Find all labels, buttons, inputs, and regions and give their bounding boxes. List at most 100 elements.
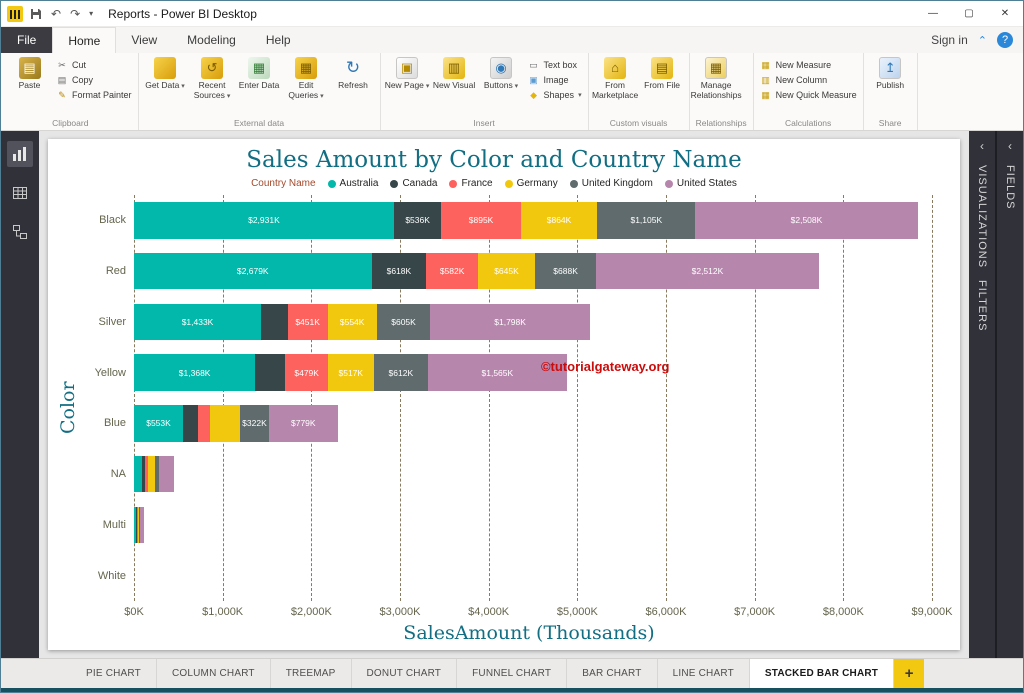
bar-segment[interactable]: $2,512K [596, 253, 819, 290]
enter-data-button[interactable]: ▦Enter Data [236, 55, 283, 93]
new-visual-button[interactable]: ▥New Visual [431, 55, 478, 93]
bar-segment[interactable]: $605K [377, 304, 431, 341]
bar-segment[interactable]: $451K [288, 304, 328, 341]
bar-row-blue: $553K $322K$779K [134, 398, 932, 449]
legend-item-germany[interactable]: Germany [505, 178, 558, 189]
sheet-tab-pie-chart[interactable]: PIE CHART [71, 659, 157, 688]
bar-segment[interactable]: $554K [328, 304, 377, 341]
expand-panel-chevron-icon[interactable]: ‹ [1008, 139, 1012, 153]
bar-segment[interactable]: $1,368K [134, 354, 255, 391]
quick-access-dropdown-icon[interactable]: ▾ [87, 9, 95, 18]
file-menu[interactable]: File [1, 27, 52, 53]
menu-tab-modeling[interactable]: Modeling [172, 27, 251, 53]
legend-item-canada[interactable]: Canada [390, 178, 437, 189]
bar-segment[interactable] [255, 354, 285, 391]
data-view-icon[interactable] [7, 180, 33, 206]
undo-icon[interactable]: ↶ [49, 7, 63, 21]
get-data-icon [154, 57, 176, 79]
image-button[interactable]: ▣Image [528, 74, 582, 86]
model-view-icon[interactable] [7, 219, 33, 245]
sheet-tab-column-chart[interactable]: COLUMN CHART [157, 659, 271, 688]
recent-sources-button[interactable]: ↺Recent Sources ▾ [189, 55, 236, 103]
sheet-tab-treemap[interactable]: TREEMAP [271, 659, 352, 688]
format-painter-button[interactable]: ✎Format Painter [56, 89, 132, 101]
from-file-button[interactable]: ▤From File [639, 55, 686, 93]
bar-segment[interactable]: $1,798K [430, 304, 589, 341]
bar-segment[interactable]: $322K [240, 405, 269, 442]
edit-queries-button[interactable]: ▦Edit Queries ▾ [283, 55, 330, 103]
bar-segment[interactable]: $517K [328, 354, 374, 391]
expand-panel-chevron-icon[interactable]: ‹ [980, 139, 984, 153]
bar-segment[interactable]: $2,508K [695, 202, 917, 239]
maximize-button[interactable]: ▢ [951, 1, 987, 26]
legend-item-france[interactable]: France [449, 178, 492, 189]
text-box-button[interactable]: ▭Text box [528, 59, 582, 71]
stacked-bar-chart-visual[interactable]: Sales Amount by Color and Country Name C… [48, 139, 960, 650]
menu-tab-help[interactable]: Help [251, 27, 306, 53]
sheet-tab-bar-chart[interactable]: BAR CHART [567, 659, 657, 688]
legend-bullet-icon [449, 180, 457, 188]
menu-tab-home[interactable]: Home [52, 27, 116, 53]
bar-segment[interactable]: $479K [285, 354, 327, 391]
bar-segment[interactable]: $2,931K [134, 202, 394, 239]
report-view-icon[interactable] [7, 141, 33, 167]
sheet-tab-line-chart[interactable]: LINE CHART [658, 659, 750, 688]
bar-segment[interactable]: $612K [374, 354, 428, 391]
report-canvas: Sales Amount by Color and Country Name C… [39, 131, 969, 658]
get-data-button[interactable]: Get Data ▾ [142, 55, 189, 93]
paste-button[interactable]: ▤Paste [6, 55, 53, 93]
panel-label-fields[interactable]: FIELDS [1004, 165, 1016, 210]
refresh-button[interactable]: ↻Refresh [330, 55, 377, 93]
ribbon-collapse-icon[interactable]: ⌃ [978, 34, 987, 47]
sheet-tab-donut-chart[interactable]: DONUT CHART [352, 659, 458, 688]
x-axis-tick: $0K [124, 606, 144, 618]
bar-segment[interactable]: $688K [535, 253, 596, 290]
help-icon[interactable]: ? [997, 32, 1013, 48]
buttons-button[interactable]: ◉Buttons ▾ [478, 55, 525, 93]
manage-relationships-button[interactable]: ▦Manage Relationships [693, 55, 740, 103]
bar-segment[interactable]: $779K [269, 405, 338, 442]
from-marketplace-button[interactable]: ⌂From Marketplace [592, 55, 639, 103]
new-quick-measure-button[interactable]: ▦New Quick Measure [760, 89, 857, 101]
bar-segment[interactable]: $1,433K [134, 304, 261, 341]
new-measure-button[interactable]: ▦New Measure [760, 59, 857, 71]
new-column-button[interactable]: ▥New Column [760, 74, 857, 86]
bar-segment[interactable] [148, 456, 155, 493]
cut-button[interactable]: ✂Cut [56, 59, 132, 71]
redo-icon[interactable]: ↷ [68, 7, 82, 21]
bar-segment[interactable]: $645K [478, 253, 535, 290]
bar-segment[interactable] [183, 405, 198, 442]
new-page-button[interactable]: ▣New Page ▾ [384, 55, 431, 93]
bar-segment[interactable] [134, 456, 142, 493]
menu-tab-view[interactable]: View [116, 27, 172, 53]
bar-segment[interactable]: $2,679K [134, 253, 372, 290]
save-icon[interactable] [28, 8, 44, 20]
sheet-tab-funnel-chart[interactable]: FUNNEL CHART [457, 659, 567, 688]
bar-segment[interactable] [210, 405, 240, 442]
bar-segment[interactable] [198, 405, 210, 442]
legend-item-united-states[interactable]: United States [665, 178, 737, 189]
add-page-button[interactable]: + [894, 659, 924, 688]
sign-in-link[interactable]: Sign in [931, 33, 968, 47]
bar-segment[interactable]: $864K [521, 202, 598, 239]
minimize-button[interactable]: — [915, 1, 951, 26]
legend-item-united-kingdom[interactable]: United Kingdom [570, 178, 653, 189]
shapes-button[interactable]: ◆Shapes▾ [528, 89, 582, 101]
bar-segment[interactable]: $536K [394, 202, 442, 239]
close-button[interactable]: ✕ [987, 1, 1023, 26]
bar-segment[interactable] [261, 304, 288, 341]
bar-segment[interactable]: $1,105K [597, 202, 695, 239]
copy-button[interactable]: ▤Copy [56, 74, 132, 86]
legend-item-australia[interactable]: Australia [328, 178, 379, 189]
publish-button[interactable]: ↥Publish [867, 55, 914, 93]
bar-segment[interactable] [140, 507, 144, 544]
panel-label-visualizations[interactable]: VISUALIZATIONS [976, 165, 988, 268]
dropdown-caret-icon: ▾ [578, 91, 582, 99]
bar-segment[interactable]: $582K [426, 253, 478, 290]
bar-segment[interactable]: $895K [441, 202, 520, 239]
panel-label-filters[interactable]: FILTERS [976, 280, 988, 331]
bar-segment[interactable]: $553K [134, 405, 183, 442]
sheet-tab-stacked-bar-chart[interactable]: STACKED BAR CHART [750, 659, 894, 688]
bar-segment[interactable]: $618K [372, 253, 427, 290]
bar-segment[interactable] [159, 456, 174, 493]
